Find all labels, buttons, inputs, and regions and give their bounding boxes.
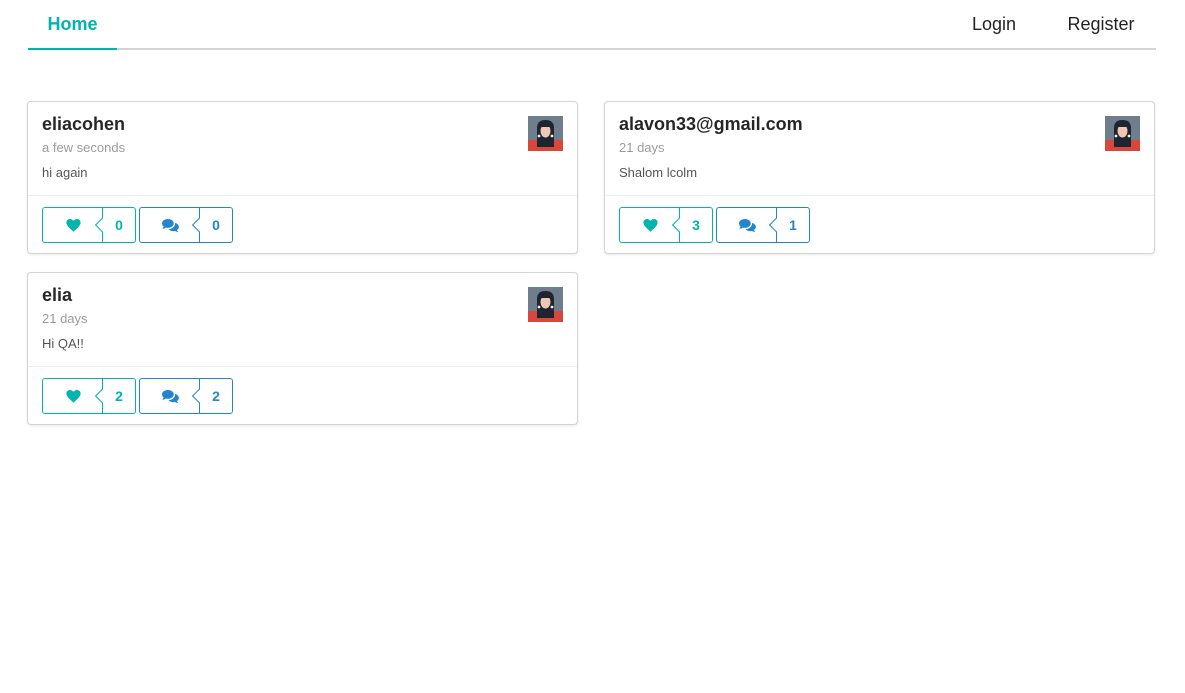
post-body: hi again bbox=[42, 165, 88, 180]
post-content: eliacohen a few seconds hi again bbox=[28, 102, 577, 196]
like-count: 3 bbox=[692, 217, 700, 233]
post-content: elia 21 days Hi QA!! bbox=[28, 273, 577, 367]
comment-button[interactable]: 0 bbox=[139, 207, 233, 243]
post-author: elia bbox=[42, 285, 73, 305]
post-author: alavon33@gmail.com bbox=[619, 114, 803, 134]
post-time: a few seconds bbox=[42, 140, 126, 155]
comment-count: 0 bbox=[212, 217, 220, 233]
like-count: 2 bbox=[115, 388, 123, 404]
avatar bbox=[528, 287, 563, 322]
post-card: alavon33@gmail.com 21 days Shalom lcolm … bbox=[604, 101, 1155, 254]
menu-item-register[interactable]: Register bbox=[1046, 0, 1156, 50]
comment-button[interactable]: 2 bbox=[139, 378, 233, 414]
avatar bbox=[1105, 116, 1140, 151]
post-time: 21 days bbox=[42, 311, 88, 326]
post-card: elia 21 days Hi QA!! 2 2 bbox=[27, 272, 578, 425]
like-count: 0 bbox=[115, 217, 123, 233]
post-body: Hi QA!! bbox=[42, 336, 84, 351]
menu-item-login[interactable]: Login bbox=[961, 0, 1027, 50]
menu-item-home[interactable]: Home bbox=[28, 0, 117, 50]
avatar bbox=[528, 116, 563, 151]
post-body: Shalom lcolm bbox=[619, 165, 698, 180]
top-menu: Home Login Register bbox=[28, 0, 1156, 50]
comment-button[interactable]: 1 bbox=[716, 207, 810, 243]
post-author: eliacohen bbox=[42, 114, 126, 134]
post-time: 21 days bbox=[619, 140, 665, 155]
like-button[interactable]: 0 bbox=[42, 207, 136, 243]
comment-count: 2 bbox=[212, 388, 220, 404]
comment-count: 1 bbox=[789, 217, 797, 233]
post-card: eliacohen a few seconds hi again 0 0 bbox=[27, 101, 578, 254]
like-button[interactable]: 3 bbox=[619, 207, 713, 243]
post-content: alavon33@gmail.com 21 days Shalom lcolm bbox=[605, 102, 1154, 196]
like-button[interactable]: 2 bbox=[42, 378, 136, 414]
